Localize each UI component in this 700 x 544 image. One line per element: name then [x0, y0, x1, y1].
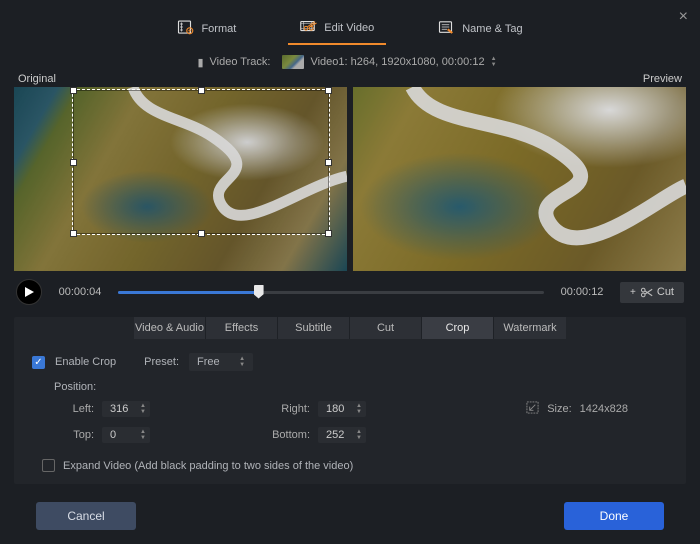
- subtab-cut[interactable]: Cut: [350, 317, 422, 339]
- expand-video-checkbox[interactable]: [42, 459, 55, 472]
- tab-edit-video[interactable]: Edit Video: [288, 12, 386, 45]
- video-track-label: Video Track:: [210, 56, 271, 68]
- subtab-subtitle[interactable]: Subtitle: [278, 317, 350, 339]
- top-label: Top:: [54, 429, 94, 441]
- scissors-icon: [640, 286, 653, 299]
- left-input[interactable]: 316▲▼: [102, 401, 150, 417]
- tab-name-tag-label: Name & Tag: [462, 23, 522, 35]
- enable-crop-label: Enable Crop: [55, 356, 116, 368]
- expand-video-label: Expand Video (Add black padding to two s…: [63, 460, 353, 472]
- crop-handle-tr[interactable]: [325, 87, 332, 94]
- cancel-button[interactable]: Cancel: [36, 502, 136, 530]
- preset-value: Free: [197, 356, 220, 368]
- timeline: 00:00:04 00:00:12 + Cut: [0, 271, 700, 315]
- stepper-icon[interactable]: ▲▼: [140, 430, 146, 441]
- video-track-value: Video1: h264, 1920x1080, 00:00:12: [310, 56, 484, 68]
- stepper-icon: ▲▼: [239, 357, 245, 368]
- pane-labels: Original Preview: [0, 73, 700, 85]
- crop-handle-l[interactable]: [70, 159, 77, 166]
- time-total: 00:00:12: [556, 286, 608, 298]
- edit-panel: Video & Audio Effects Subtitle Cut Crop …: [14, 317, 686, 484]
- river-overlay-preview: [353, 87, 686, 269]
- crop-handle-br[interactable]: [325, 230, 332, 237]
- cut-label: Cut: [657, 286, 674, 298]
- bottom-input[interactable]: 252▲▼: [318, 427, 366, 443]
- crop-handle-b[interactable]: [198, 230, 205, 237]
- crop-handle-t[interactable]: [198, 87, 205, 94]
- original-pane[interactable]: [14, 87, 347, 271]
- tab-format[interactable]: Format: [165, 12, 248, 45]
- size-icon: [526, 401, 539, 417]
- left-label: Left:: [54, 403, 94, 415]
- video-track-select[interactable]: Video1: h264, 1920x1080, 00:00:12 ▲▼: [276, 53, 502, 71]
- tab-format-label: Format: [201, 23, 236, 35]
- bottom-label: Bottom:: [270, 429, 310, 441]
- name-tag-icon: [438, 19, 456, 38]
- sub-tabs: Video & Audio Effects Subtitle Cut Crop …: [14, 317, 686, 339]
- original-label: Original: [18, 73, 56, 85]
- subtab-video-audio[interactable]: Video & Audio: [134, 317, 206, 339]
- top-tabs: Format Edit Video Name & Tag: [0, 0, 700, 45]
- top-input[interactable]: 0▲▼: [102, 427, 150, 443]
- cut-button[interactable]: + Cut: [620, 282, 684, 303]
- crop-box[interactable]: [72, 89, 330, 235]
- subtab-watermark[interactable]: Watermark: [494, 317, 566, 339]
- preset-label: Preset:: [144, 356, 179, 368]
- tab-name-tag[interactable]: Name & Tag: [426, 12, 534, 45]
- position-heading: Position:: [32, 381, 668, 393]
- crop-settings: ✓ Enable Crop Preset: Free ▲▼ Position: …: [14, 339, 686, 472]
- film-icon: ▮: [197, 56, 203, 69]
- stepper-icon[interactable]: ▲▼: [356, 430, 362, 441]
- preset-select[interactable]: Free ▲▼: [189, 353, 253, 371]
- video-track-thumb: [282, 55, 304, 69]
- time-current: 00:00:04: [54, 286, 106, 298]
- preview-label: Preview: [643, 73, 682, 85]
- right-input[interactable]: 180▲▼: [318, 401, 366, 417]
- preview-panes: [0, 85, 700, 271]
- edit-video-icon: [300, 18, 318, 37]
- video-track-row: ▮ Video Track: Video1: h264, 1920x1080, …: [0, 53, 700, 71]
- size-info: Size: 1424x828: [526, 401, 668, 417]
- add-icon: +: [630, 287, 636, 298]
- done-button[interactable]: Done: [564, 502, 664, 530]
- crop-handle-tl[interactable]: [70, 87, 77, 94]
- subtab-effects[interactable]: Effects: [206, 317, 278, 339]
- crop-handle-r[interactable]: [325, 159, 332, 166]
- subtab-crop[interactable]: Crop: [422, 317, 494, 339]
- stepper-icon[interactable]: ▲▼: [140, 404, 146, 415]
- seek-track[interactable]: [118, 282, 544, 302]
- tab-edit-video-label: Edit Video: [324, 22, 374, 34]
- size-value: 1424x828: [580, 403, 628, 415]
- stepper-icon: ▲▼: [491, 57, 497, 68]
- play-button[interactable]: [16, 279, 42, 305]
- seek-fill: [118, 291, 259, 294]
- size-label: Size:: [547, 403, 571, 415]
- right-label: Right:: [270, 403, 310, 415]
- format-icon: [177, 19, 195, 38]
- seek-handle[interactable]: [254, 285, 264, 299]
- preview-pane: [353, 87, 686, 271]
- stepper-icon[interactable]: ▲▼: [356, 404, 362, 415]
- enable-crop-checkbox[interactable]: ✓: [32, 356, 45, 369]
- crop-handle-bl[interactable]: [70, 230, 77, 237]
- close-button[interactable]: ×: [679, 8, 688, 26]
